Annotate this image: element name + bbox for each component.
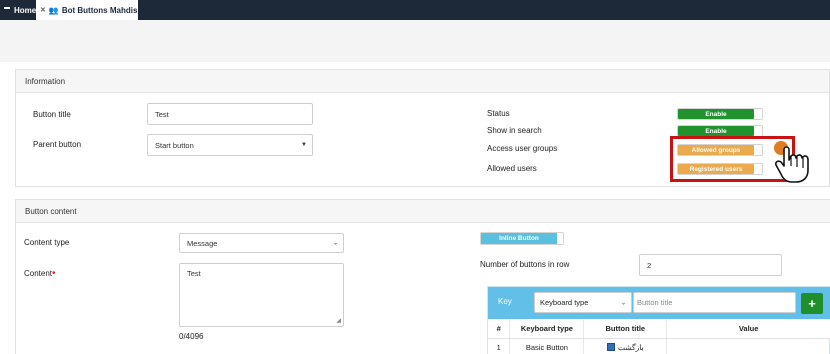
- inline-button-toggle[interactable]: Inline Button: [480, 232, 564, 245]
- home-icon: [4, 7, 10, 13]
- close-icon[interactable]: ✕: [40, 6, 46, 14]
- content-label: Content•: [24, 268, 56, 279]
- chevron-down-icon: ▼: [301, 142, 307, 148]
- row-title-cell: بازگشت: [583, 338, 668, 354]
- button-title-value: Test: [155, 109, 169, 119]
- row-num: 1: [488, 338, 511, 354]
- add-key-button[interactable]: +: [801, 293, 823, 314]
- pointing-hand-icon: [774, 141, 809, 183]
- status-toggle[interactable]: Enable: [677, 108, 763, 120]
- required-dot: •: [52, 268, 56, 279]
- buttons-in-row-value: 2: [647, 260, 652, 270]
- tab-bot-buttons[interactable]: ✕ 👥 Bot Buttons Mahdis: [36, 0, 138, 20]
- show-in-search-label: Show in search: [487, 126, 542, 135]
- allowed-users-label: Allowed users: [487, 164, 537, 173]
- button-title-field[interactable]: Button title: [633, 292, 796, 313]
- status-label: Status: [487, 109, 510, 118]
- parent-button-label: Parent button: [33, 140, 82, 149]
- row-value: [666, 338, 830, 354]
- button-content-header: Button content: [16, 200, 830, 223]
- buttons-in-row-label: Number of buttons in row: [480, 260, 570, 269]
- keyboard-table: # Keyboard type Button title Value 1 Bas…: [488, 319, 830, 354]
- content-value: Test: [187, 269, 201, 278]
- people-icon: 👥: [48, 5, 59, 15]
- button-title-label: Button title: [33, 110, 71, 119]
- buttons-in-row-input[interactable]: 2: [639, 254, 782, 276]
- status-toggle-on: Enable: [678, 109, 754, 119]
- content-type-label: Content type: [24, 238, 70, 247]
- content-type-value: Message: [187, 238, 218, 248]
- parent-button-value: Start button: [155, 140, 194, 150]
- information-header: Information: [16, 70, 829, 93]
- content-type-select[interactable]: Message ⌄: [179, 233, 344, 253]
- tab-bar: Home ✕ 👥 Bot Buttons Mahdis: [0, 0, 830, 20]
- keyboard-type-value: Keyboard type: [540, 298, 589, 307]
- row-title: بازگشت: [618, 343, 644, 353]
- access-user-groups-label: Access user groups: [487, 144, 558, 153]
- table-header-row: # Keyboard type Button title Value: [488, 319, 830, 339]
- parent-button-select[interactable]: Start button ▼: [147, 134, 313, 156]
- keyboard-builder: Key Keyboard type ⌄ Button title + # Key…: [487, 286, 830, 354]
- column-header-type: Keyboard type: [509, 319, 585, 339]
- keyboard-header: Key Keyboard type ⌄ Button title +: [488, 287, 830, 319]
- column-header-value: Value: [666, 319, 830, 339]
- show-in-search-toggle-on: Enable: [678, 126, 754, 136]
- key-label: Key: [498, 297, 512, 306]
- chevron-down-icon: ⌄: [332, 240, 338, 247]
- char-counter: 0/4096: [179, 332, 204, 341]
- column-header-title: Button title: [583, 319, 668, 339]
- button-title-placeholder: Button title: [637, 298, 673, 307]
- table-row[interactable]: 1 Basic Button بازگشت: [488, 338, 830, 354]
- button-glyph-icon: [607, 343, 615, 352]
- resize-handle-icon[interactable]: ◢: [336, 317, 341, 324]
- inline-button-toggle-on: Inline Button: [481, 233, 557, 244]
- button-title-input[interactable]: Test: [147, 103, 313, 125]
- toolbar-area: [0, 20, 830, 62]
- content-textarea[interactable]: Test ◢: [179, 263, 344, 327]
- column-header-num: #: [488, 319, 511, 339]
- tab-bot-buttons-label: Bot Buttons Mahdis: [61, 5, 138, 15]
- chevron-down-icon: ⌄: [620, 300, 626, 306]
- keyboard-type-select[interactable]: Keyboard type ⌄: [534, 292, 632, 313]
- row-type: Basic Button: [509, 338, 585, 354]
- tab-home-label: Home: [14, 5, 37, 15]
